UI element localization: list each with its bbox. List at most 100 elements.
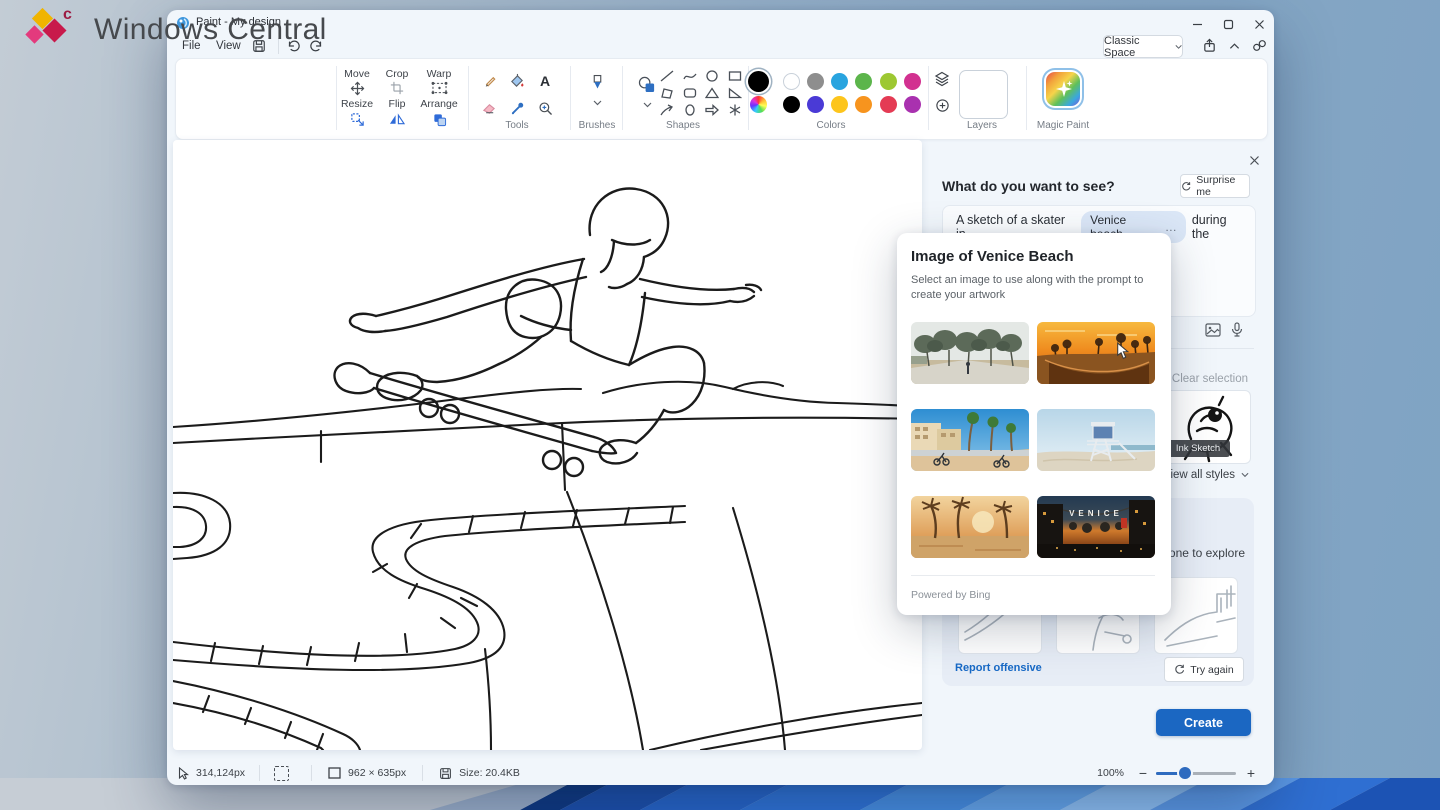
shape-right-triangle[interactable] — [728, 87, 742, 99]
create-button[interactable]: Create — [1156, 709, 1251, 736]
chip-more-icon[interactable]: … — [1165, 220, 1177, 234]
zoom-out-button[interactable]: − — [1130, 765, 1156, 781]
chevron-down-icon — [643, 102, 652, 108]
microphone-button[interactable] — [1228, 320, 1246, 340]
try-again-button[interactable]: Try again — [1164, 657, 1244, 682]
venice-photo-palm-walkway[interactable] — [911, 322, 1029, 384]
workspace-dropdown[interactable]: Classic Space — [1103, 35, 1183, 58]
magic-paint-button[interactable] — [1046, 72, 1080, 106]
arrange-button[interactable] — [418, 110, 460, 128]
link-icon — [1252, 39, 1267, 52]
shape-ellipse[interactable] — [705, 70, 719, 82]
shape-oval[interactable] — [683, 104, 697, 116]
color-swatch[interactable] — [904, 96, 921, 113]
zoom-in-button[interactable]: + — [1236, 765, 1266, 781]
curved-arrow-shape-icon — [660, 104, 674, 116]
windows-central-logo: c — [22, 6, 80, 54]
venice-photo-boardwalk[interactable] — [911, 409, 1029, 471]
eraser-tool[interactable] — [477, 99, 501, 117]
arrange-label: Arrange — [418, 98, 460, 110]
menu-view[interactable]: View — [206, 36, 251, 56]
layer-thumbnail[interactable] — [959, 70, 1008, 119]
add-layer-button[interactable] — [932, 96, 952, 114]
curve-shape-icon — [683, 70, 697, 82]
color-swatch[interactable] — [831, 73, 848, 90]
collapse-ribbon-button[interactable] — [1224, 35, 1244, 56]
share-button[interactable] — [1198, 35, 1220, 56]
layers-stack-button[interactable] — [932, 70, 952, 88]
shape-star[interactable] — [728, 104, 742, 116]
minimize-icon — [1192, 19, 1203, 30]
color-wheel-button[interactable] — [750, 96, 767, 113]
zoom-slider[interactable] — [1156, 772, 1236, 775]
color-swatch[interactable] — [783, 73, 800, 90]
color-swatch[interactable] — [807, 73, 824, 90]
shape-picker-icon — [638, 76, 657, 93]
color-swatch[interactable] — [904, 73, 921, 90]
minimize-button[interactable] — [1182, 12, 1212, 36]
shape-rectangle[interactable] — [728, 70, 742, 82]
shapes-dropdown[interactable] — [639, 100, 655, 110]
color-swatch[interactable] — [783, 96, 800, 113]
panel-close-button[interactable] — [1244, 150, 1264, 170]
shape-block-arrow[interactable] — [705, 104, 719, 116]
ribbon-divider — [622, 66, 623, 130]
maximize-button[interactable] — [1213, 12, 1243, 36]
pencil-tool[interactable] — [477, 72, 501, 90]
brushes-dropdown[interactable] — [589, 98, 605, 108]
surprise-me-button[interactable]: Surprise me — [1180, 174, 1250, 198]
flip-button[interactable] — [378, 110, 416, 128]
image-icon — [1205, 323, 1221, 337]
warp-button[interactable] — [418, 80, 460, 96]
drawing-canvas[interactable] — [173, 140, 922, 750]
shapes-grid — [660, 70, 742, 116]
shape-rounded-rectangle[interactable] — [683, 87, 697, 99]
text-tool[interactable]: A — [533, 72, 557, 90]
zoom-slider-thumb[interactable] — [1179, 767, 1191, 779]
report-offensive-link[interactable]: Report offensive — [955, 662, 1042, 674]
lifeguard-tower-art — [1037, 409, 1155, 471]
eyedropper-tool[interactable] — [505, 99, 529, 117]
brush-icon — [591, 74, 604, 91]
style-name-badge: Ink Sketch — [1166, 440, 1230, 457]
redo-button[interactable] — [306, 36, 328, 56]
logo-letter: c — [63, 6, 72, 24]
brushes-button[interactable] — [585, 72, 609, 92]
close-button[interactable] — [1244, 12, 1274, 36]
view-all-styles-link[interactable]: View all styles — [1160, 469, 1252, 481]
resize-label: Resize — [338, 98, 376, 110]
menu-divider — [278, 38, 279, 54]
add-image-button[interactable] — [1203, 321, 1223, 339]
venice-photo-golden-palms[interactable] — [911, 496, 1029, 558]
color-swatch[interactable] — [880, 96, 897, 113]
shape-line[interactable] — [660, 70, 674, 82]
rounded-rectangle-shape-icon — [683, 87, 697, 99]
shape-picker-button[interactable] — [634, 74, 660, 94]
magnifier-tool[interactable] — [533, 99, 557, 117]
color-swatch[interactable] — [855, 73, 872, 90]
venice-photo-venice-sign[interactable]: VENICE — [1037, 496, 1155, 558]
venice-photo-lifeguard-tower[interactable] — [1037, 409, 1155, 471]
color-swatch[interactable] — [880, 73, 897, 90]
menu-file[interactable]: File — [172, 36, 211, 56]
save-button[interactable] — [248, 36, 270, 56]
undo-button[interactable] — [282, 36, 304, 56]
shape-curve[interactable] — [683, 70, 697, 82]
shape-triangle[interactable] — [705, 87, 719, 99]
selected-color-swatch[interactable] — [748, 71, 769, 92]
move-icon — [350, 81, 365, 96]
ribbon-divider — [1026, 66, 1027, 130]
color-swatch[interactable] — [807, 96, 824, 113]
crop-button[interactable] — [378, 80, 416, 96]
shape-curved-arrow[interactable] — [660, 104, 674, 116]
resize-button[interactable] — [338, 110, 376, 128]
color-swatch[interactable] — [831, 96, 848, 113]
venice-photo-sunset-skatepark[interactable] — [1037, 322, 1155, 384]
fill-tool[interactable] — [505, 72, 529, 90]
ellipse-shape-icon — [705, 70, 719, 82]
move-button[interactable] — [338, 80, 376, 96]
link-settings-button[interactable] — [1249, 35, 1269, 56]
shape-quadrilateral[interactable] — [660, 87, 674, 99]
color-swatch[interactable] — [855, 96, 872, 113]
rectangle-shape-icon — [728, 70, 742, 82]
